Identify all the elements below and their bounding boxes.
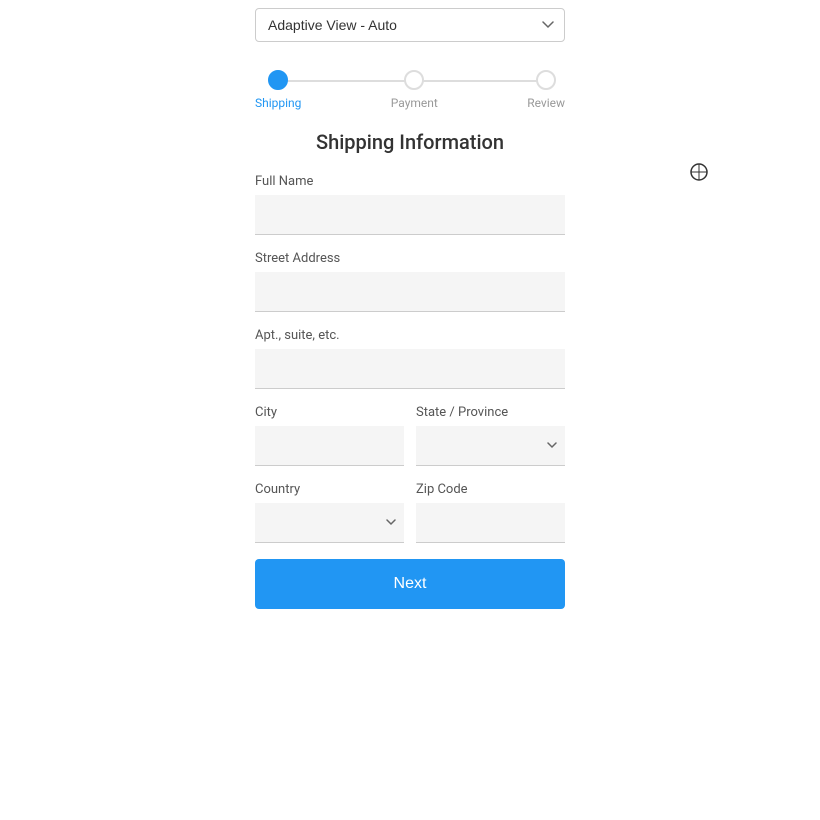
step-circle-review xyxy=(536,70,556,90)
apt-field: Apt., suite, etc. xyxy=(255,328,565,389)
form-title: Shipping Information xyxy=(255,130,565,154)
apt-input[interactable] xyxy=(255,349,565,389)
adaptive-view-wrapper: Adaptive View - Auto Desktop Tablet Mobi… xyxy=(255,8,565,42)
street-address-field: Street Address xyxy=(255,251,565,312)
zip-input[interactable] xyxy=(416,503,565,543)
form-container: Shipping Information Full Name Street Ad… xyxy=(255,130,565,609)
street-address-label: Street Address xyxy=(255,251,565,266)
step-label-payment: Payment xyxy=(391,96,438,110)
full-name-field: Full Name xyxy=(255,174,565,235)
step-review: Review xyxy=(527,70,565,110)
city-field: City xyxy=(255,405,404,466)
state-label: State / Province xyxy=(416,405,565,420)
full-name-input[interactable] xyxy=(255,195,565,235)
step-payment: Payment xyxy=(391,70,438,110)
zip-field: Zip Code xyxy=(416,482,565,543)
street-address-input[interactable] xyxy=(255,272,565,312)
steps-row: Shipping Payment Review xyxy=(255,70,565,110)
country-label: Country xyxy=(255,482,404,497)
page-container: Adaptive View - Auto Desktop Tablet Mobi… xyxy=(0,0,820,609)
adaptive-view-select[interactable]: Adaptive View - Auto Desktop Tablet Mobi… xyxy=(255,8,565,42)
country-zip-row: Country Zip Code xyxy=(255,482,565,543)
step-circle-shipping xyxy=(268,70,288,90)
next-button[interactable]: Next xyxy=(255,559,565,609)
step-label-review: Review xyxy=(527,96,565,110)
country-field: Country xyxy=(255,482,404,543)
zip-label: Zip Code xyxy=(416,482,565,497)
steps-container: Shipping Payment Review xyxy=(255,70,565,110)
city-input[interactable] xyxy=(255,426,404,466)
country-select[interactable] xyxy=(255,503,404,543)
state-field: State / Province xyxy=(416,405,565,466)
step-shipping: Shipping xyxy=(255,70,301,110)
step-label-shipping: Shipping xyxy=(255,96,301,110)
apt-label: Apt., suite, etc. xyxy=(255,328,565,343)
state-select[interactable] xyxy=(416,426,565,466)
city-state-row: City State / Province xyxy=(255,405,565,466)
full-name-label: Full Name xyxy=(255,174,565,189)
city-label: City xyxy=(255,405,404,420)
step-circle-payment xyxy=(404,70,424,90)
